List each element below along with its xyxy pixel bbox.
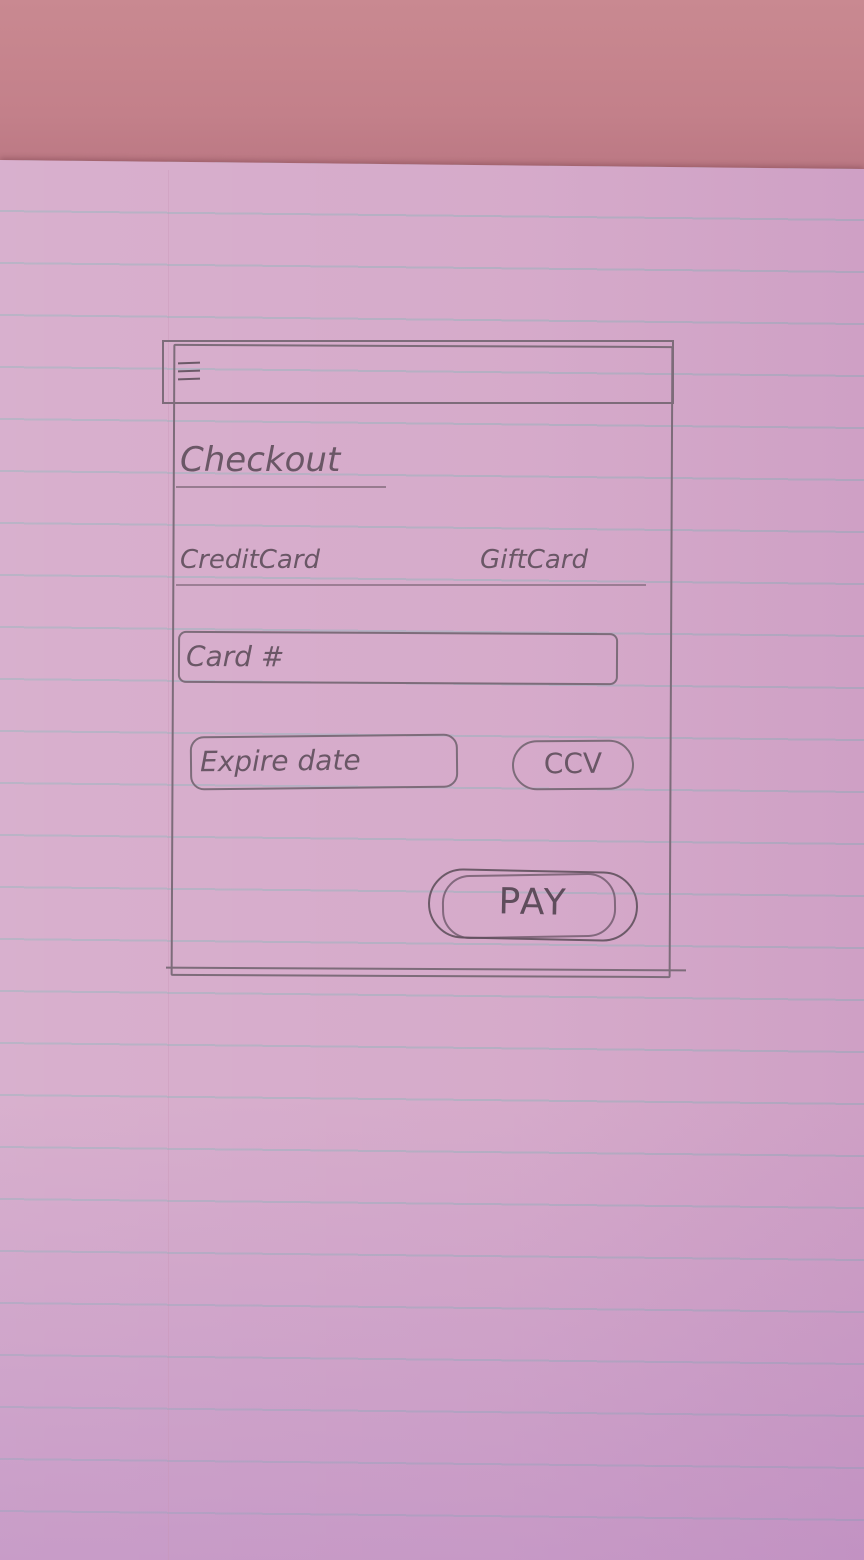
- pay-button[interactable]: PAY: [427, 867, 639, 943]
- expire-date-input[interactable]: Expire date: [189, 733, 459, 791]
- tab-credit-card[interactable]: CreditCard: [180, 545, 320, 575]
- tab-gift-card[interactable]: GiftCard: [480, 545, 588, 575]
- payment-method-tabs: CreditCard GiftCard: [180, 545, 650, 585]
- hamburger-menu-icon[interactable]: [177, 361, 201, 384]
- app-top-bar: [162, 340, 674, 404]
- page-title: Checkout: [180, 440, 341, 480]
- ccv-input[interactable]: CCV: [511, 739, 635, 791]
- card-number-input[interactable]: Card #: [177, 630, 619, 686]
